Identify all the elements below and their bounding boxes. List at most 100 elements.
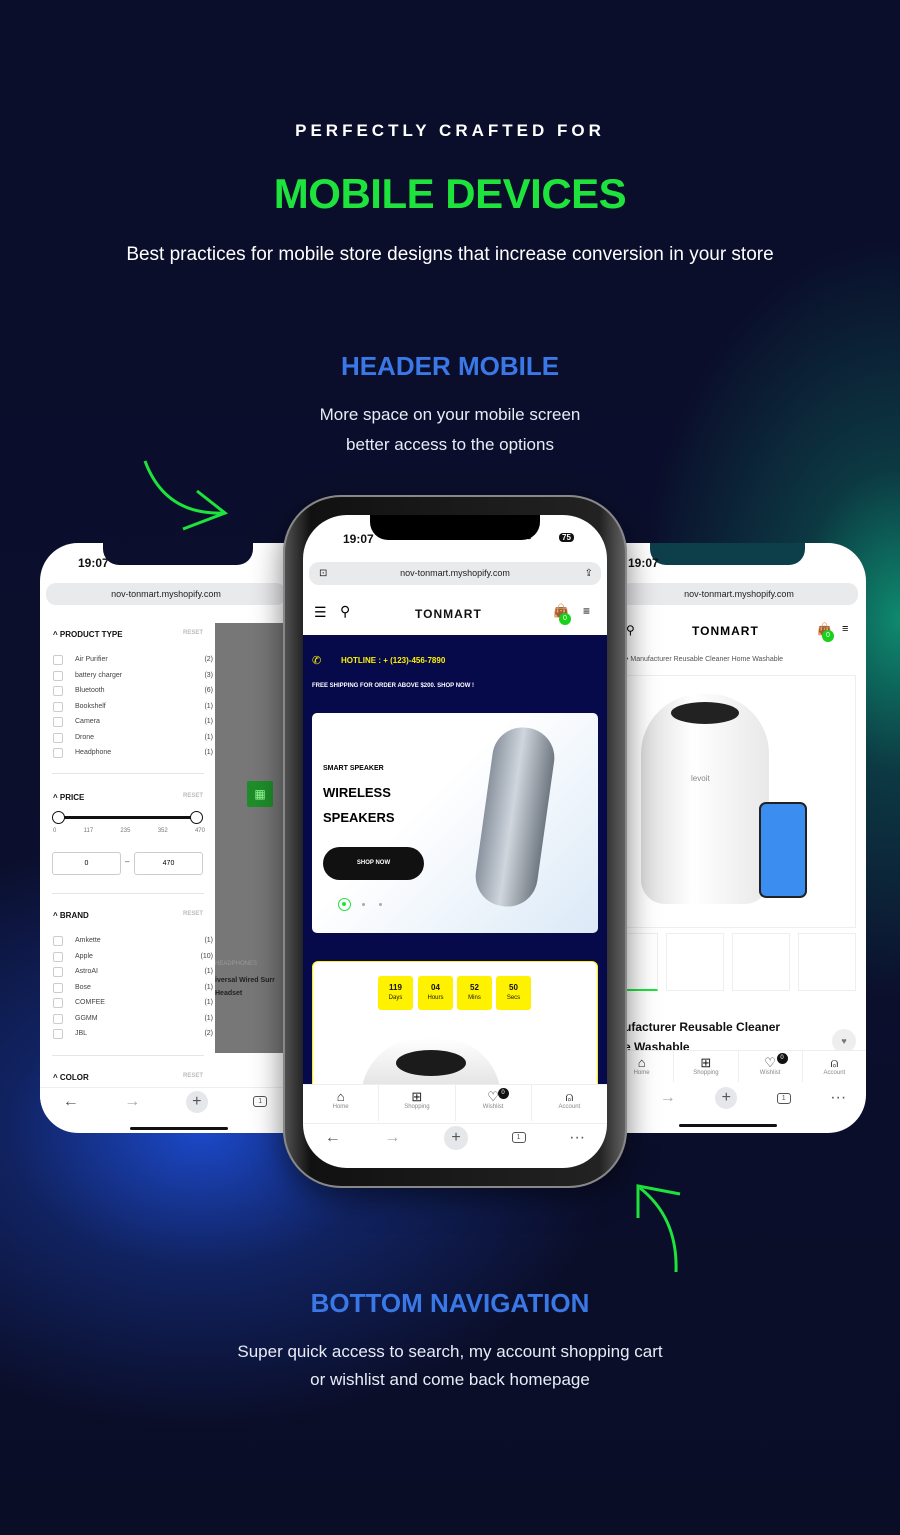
countdown-days: 119 Days	[378, 976, 413, 1010]
checkbox[interactable]	[53, 967, 63, 977]
checkbox[interactable]	[53, 655, 63, 665]
filter-option[interactable]: GGMM (1)	[53, 1013, 213, 1026]
thumbnail[interactable]	[798, 933, 856, 991]
price-slider-min-handle[interactable]	[52, 811, 65, 824]
new-tab-icon[interactable]: +	[444, 1125, 469, 1150]
share-icon[interactable]: ⇪	[585, 562, 593, 585]
hotline-text[interactable]: HOTLINE : + (123)-456-7890	[341, 656, 445, 665]
hero-banner[interactable]: SMART SPEAKER WIRELESS SPEAKERS SHOP NOW	[312, 713, 598, 933]
air-purifier-image: levoit	[641, 694, 769, 904]
checkbox[interactable]	[53, 670, 63, 681]
more-icon[interactable]: ···	[569, 1129, 585, 1147]
store-logo[interactable]: TONMART	[415, 607, 482, 621]
filter-option[interactable]: Bookshelf (1)	[53, 701, 213, 714]
filter-option[interactable]: Bose (1)	[53, 982, 213, 995]
checkbox[interactable]	[53, 1013, 63, 1024]
filter-color-header[interactable]: ^ COLOR RESET	[53, 1073, 203, 1082]
checkbox[interactable]	[53, 732, 63, 743]
search-icon[interactable]: ⚲	[340, 603, 350, 620]
tick-label: 470	[194, 828, 205, 834]
levoit-logo: levoit	[691, 774, 710, 783]
product-image[interactable]: levoit	[624, 675, 856, 928]
filter-option[interactable]: Amkette (1)	[53, 936, 213, 948]
breadcrumb: • Manufacturer Reusable Cleaner Home Was…	[626, 656, 784, 663]
tick-label: 117	[83, 828, 94, 834]
filter-brand-header[interactable]: ^ BRAND RESET	[53, 911, 203, 920]
option-label: Headphone	[75, 749, 112, 756]
filter-option[interactable]: COMFEE (1)	[53, 998, 213, 1010]
checkbox[interactable]	[53, 998, 63, 1008]
reset-button[interactable]: RESET	[183, 630, 203, 636]
filter-option[interactable]: Bluetooth (6)	[53, 686, 213, 698]
url-bar[interactable]: nov-tonmart.myshopify.com	[620, 583, 858, 605]
checkbox[interactable]	[53, 748, 63, 758]
tabs-button[interactable]: 1	[253, 1096, 268, 1107]
nav-wishlist[interactable]: ♡ Wishlist 0	[456, 1085, 532, 1121]
url-bar[interactable]: nov-tonmart.myshopify.com ⊡ ⇪	[309, 562, 601, 585]
checkbox[interactable]	[53, 936, 63, 946]
back-icon[interactable]: ←	[63, 1093, 79, 1111]
price-min-input[interactable]: 0	[52, 852, 121, 875]
center-phone-screen: 19:07 ≋ 75 nov-tonmart.myshopify.com ⊡ ⇪ …	[303, 515, 607, 1168]
price-slider-track[interactable]	[58, 816, 198, 819]
new-tab-icon[interactable]: +	[185, 1090, 208, 1113]
grid-view-icon[interactable]: ▦	[247, 781, 273, 807]
green-arrow-icon	[636, 1184, 681, 1273]
price-slider-max-handle[interactable]	[190, 811, 203, 824]
nav-wishlist[interactable]: ♡ Wishlist 0	[739, 1051, 803, 1082]
filter-product-type-header[interactable]: ^ PRODUCT TYPE RESET	[53, 630, 203, 639]
overlay-backdrop[interactable]: ▦ HEADPHONES iversal Wired Surr Headset	[215, 623, 290, 1053]
reset-button[interactable]: RESET	[183, 911, 203, 917]
scan-icon[interactable]: ⊡	[319, 562, 327, 585]
shop-now-button[interactable]: SHOP NOW	[323, 847, 424, 880]
status-time: 19:07	[78, 556, 109, 570]
filter-option[interactable]: JBL (2)	[53, 1029, 213, 1041]
countdown-secs: 50 Secs	[496, 976, 531, 1010]
carousel-dot[interactable]	[362, 903, 365, 906]
back-icon[interactable]: ←	[325, 1129, 341, 1147]
checkbox[interactable]	[53, 701, 63, 712]
checkbox[interactable]	[53, 951, 63, 962]
forward-icon[interactable]: →	[660, 1089, 676, 1107]
shipping-text[interactable]: FREE SHIPPING FOR ORDER ABOVE $200. SHOP…	[312, 683, 474, 689]
option-label: Apple	[75, 952, 93, 960]
thumbnail[interactable]	[666, 933, 724, 991]
carousel-dot-active[interactable]	[338, 898, 351, 911]
filter-option[interactable]: battery charger (3)	[53, 670, 213, 683]
reset-button[interactable]: RESET	[183, 1073, 203, 1079]
more-icon[interactable]: ···	[830, 1089, 846, 1107]
price-max-input[interactable]: 470	[134, 852, 203, 875]
filter-option[interactable]: Apple (10)	[53, 951, 213, 964]
nav-account[interactable]: ⍝ Account	[803, 1051, 866, 1082]
filter-option[interactable]: Drone (1)	[53, 732, 213, 745]
checkbox[interactable]	[53, 1029, 63, 1039]
checkbox[interactable]	[53, 982, 63, 993]
filter-price-header[interactable]: ^ PRICE RESET	[53, 793, 203, 802]
menu-icon[interactable]: ≡	[583, 604, 590, 618]
menu-icon[interactable]: ≡	[842, 623, 848, 635]
filter-option[interactable]: AstroAI (1)	[53, 967, 213, 979]
store-logo[interactable]: TONMART	[692, 624, 759, 638]
new-tab-icon[interactable]: +	[715, 1087, 738, 1109]
tabs-button[interactable]: 1	[511, 1132, 526, 1143]
filter-option[interactable]: Camera (1)	[53, 717, 213, 729]
nav-shopping[interactable]: ⊞ Shopping	[379, 1085, 456, 1121]
filter-option[interactable]: Air Purifier (2)	[53, 655, 213, 667]
hamburger-icon[interactable]: ☰	[314, 604, 327, 621]
forward-icon[interactable]: →	[124, 1093, 140, 1111]
checkbox[interactable]	[53, 686, 63, 696]
carousel-dot[interactable]	[379, 903, 382, 906]
nav-home[interactable]: ⌂ Home	[303, 1085, 380, 1121]
thumbnail[interactable]	[732, 933, 790, 991]
url-bar[interactable]: nov-tonmart.myshopify.com	[46, 583, 286, 605]
search-icon[interactable]: ⚲	[626, 623, 635, 637]
nav-account[interactable]: ⍝ Account	[532, 1085, 607, 1121]
reset-button[interactable]: RESET	[183, 793, 203, 799]
user-icon: ⍝	[830, 1055, 839, 1070]
deal-card[interactable]	[312, 961, 598, 1098]
nav-shopping[interactable]: ⊞ Shopping	[674, 1051, 739, 1082]
checkbox[interactable]	[53, 717, 63, 727]
tabs-button[interactable]: 1	[776, 1092, 791, 1104]
forward-icon[interactable]: →	[384, 1129, 400, 1147]
filter-option[interactable]: Headphone (1)	[53, 748, 213, 760]
